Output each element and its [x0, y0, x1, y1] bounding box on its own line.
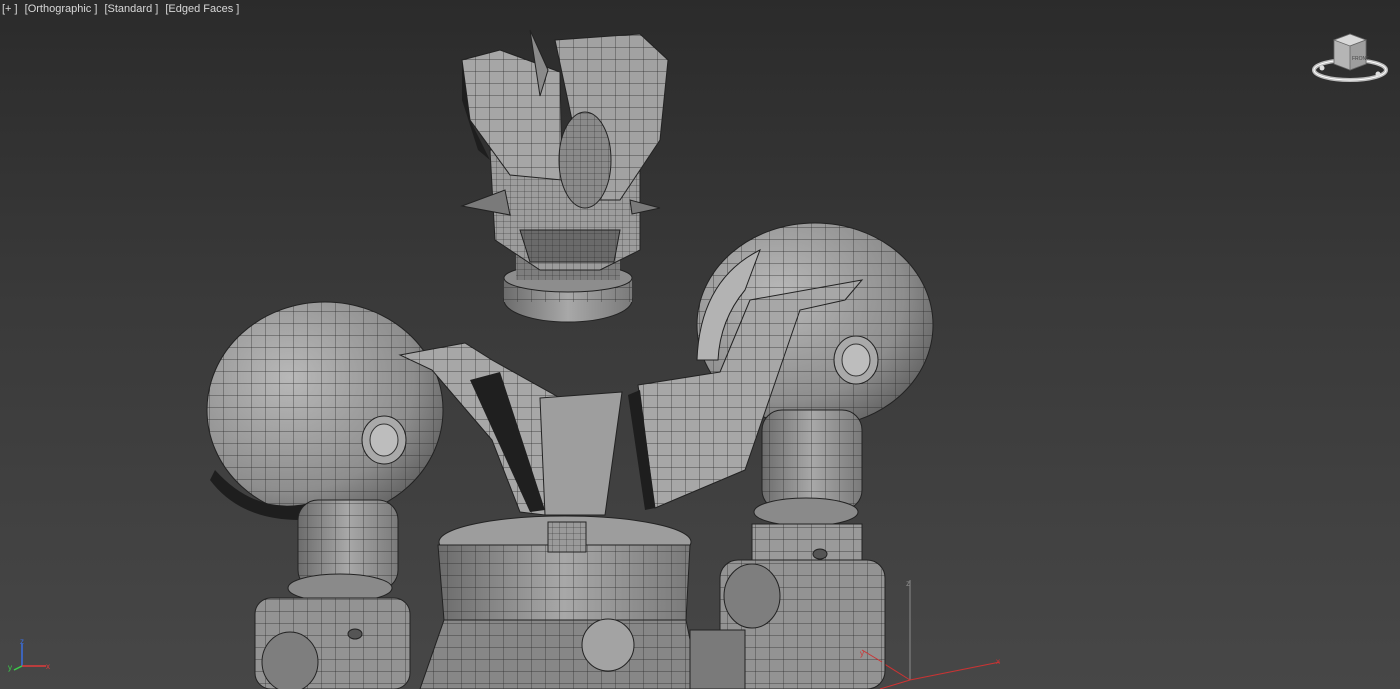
axis-x-label: x [46, 662, 50, 671]
viewport-shading-label[interactable]: [Standard ] [104, 3, 158, 15]
svg-text:z: z [906, 579, 910, 588]
viewport-display-mode-label[interactable]: [Edged Faces ] [165, 3, 239, 15]
left-shoulder-mesh[interactable] [206, 301, 444, 520]
viewcube-icon[interactable]: FRONT [1310, 30, 1390, 88]
viewcube-face-label: FRONT [1352, 56, 1369, 62]
viewport-label-bar: [+ ] [Orthographic ] [Standard ] [Edged … [2, 3, 243, 15]
axis-y-label: y [8, 663, 12, 672]
viewport-orthographic[interactable]: [+ ] [Orthographic ] [Standard ] [Edged … [0, 0, 1400, 689]
viewport-view-label[interactable]: [Orthographic ] [25, 3, 98, 15]
robot-head-mesh[interactable] [460, 29, 669, 323]
svg-text:y: y [860, 649, 864, 658]
axis-z-label: z [20, 637, 24, 646]
scene-canvas[interactable]: y x z [0, 0, 1400, 689]
torso-mesh[interactable] [419, 515, 746, 689]
left-arm-mesh[interactable] [254, 499, 411, 689]
svg-text:x: x [996, 657, 1000, 666]
viewport-menu-plus[interactable]: [+ ] [2, 3, 18, 15]
axis-tripod-icon: z x y [8, 637, 50, 672]
